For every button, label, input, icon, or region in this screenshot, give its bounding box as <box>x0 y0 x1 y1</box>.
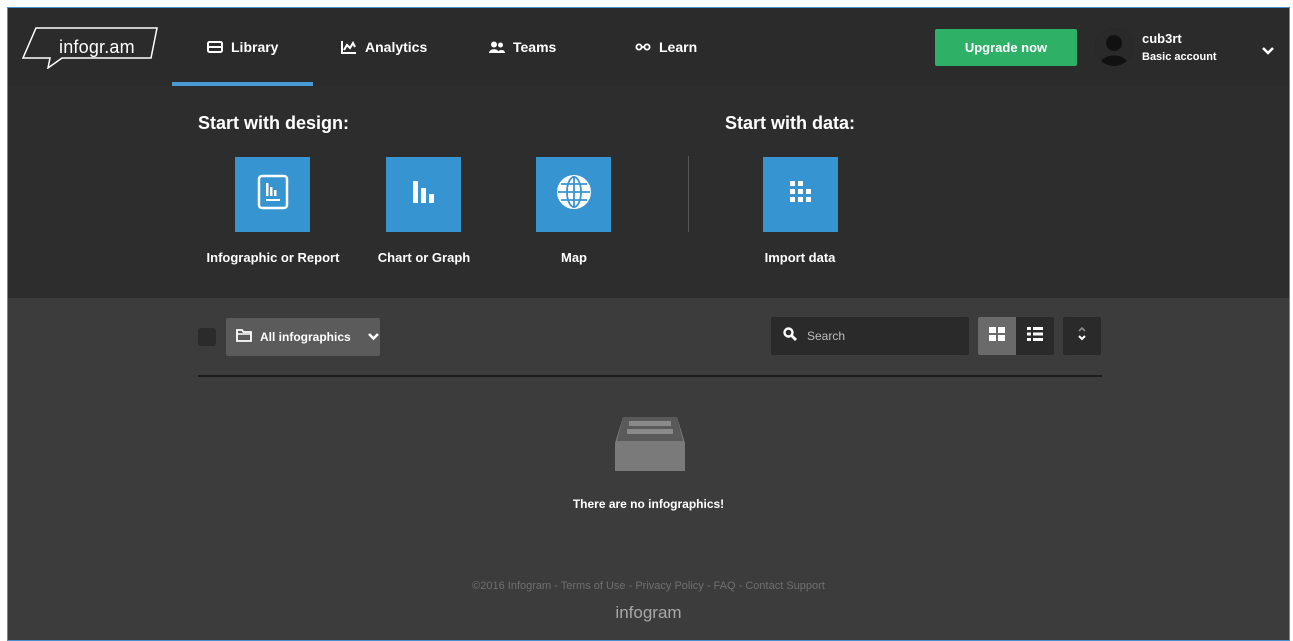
logo-text: infogr.am <box>59 37 135 57</box>
nav-item-label: Library <box>231 39 279 55</box>
globe-icon <box>555 173 593 216</box>
list-view-icon <box>1027 326 1043 346</box>
search-icon <box>783 326 797 346</box>
toolbar-divider <box>198 375 1102 377</box>
start-with-data-title: Start with data: <box>725 113 856 133</box>
user-plan: Basic account <box>1142 51 1217 63</box>
footer-links[interactable]: ©2016 Infogram - Terms of Use - Privacy … <box>8 580 1289 592</box>
nav-item-label: Teams <box>513 39 557 55</box>
footer-logo: infogram <box>615 603 682 622</box>
top-navigation-bar: infogr.am Library Analytics Teams Learn <box>8 8 1289 86</box>
chevron-down-icon[interactable] <box>1261 43 1275 61</box>
tile-label-import[interactable]: Import data <box>710 250 890 265</box>
grid-view-button[interactable] <box>978 317 1016 355</box>
sort-button[interactable] <box>1063 317 1101 355</box>
folder-icon <box>236 329 252 345</box>
nav-item-teams[interactable]: Teams <box>489 37 556 57</box>
infogram-logo[interactable]: infogr.am <box>22 27 158 69</box>
chevron-down-icon <box>367 330 380 344</box>
infographic-report-tile[interactable] <box>235 157 310 232</box>
list-view-button[interactable] <box>1016 317 1054 355</box>
nav-item-label: Analytics <box>365 39 428 55</box>
select-all-checkbox[interactable] <box>198 328 216 346</box>
create-panel: Start with design: Start with data: Info… <box>8 86 1289 298</box>
grid-dots-icon <box>786 179 816 210</box>
user-name[interactable]: cub3rt <box>1142 31 1182 46</box>
map-tile[interactable] <box>536 157 611 232</box>
tile-label-map[interactable]: Map <box>484 250 664 265</box>
learn-icon <box>635 43 651 51</box>
upgrade-now-button[interactable]: Upgrade now <box>935 29 1077 66</box>
folder-dropdown-value: All infographics <box>260 330 351 344</box>
analytics-icon <box>341 40 357 54</box>
search-input[interactable] <box>807 329 957 343</box>
empty-state-message: There are no infographics! <box>572 497 725 511</box>
nav-item-library[interactable]: Library <box>207 37 278 57</box>
nav-item-label: Learn <box>659 39 698 55</box>
import-data-tile[interactable] <box>763 157 838 232</box>
sort-icon <box>1077 326 1087 347</box>
nav-item-analytics[interactable]: Analytics <box>341 37 427 57</box>
chart-graph-tile[interactable] <box>386 157 461 232</box>
folder-dropdown[interactable]: All infographics <box>226 318 380 356</box>
avatar[interactable] <box>1095 28 1133 66</box>
empty-inbox-icon <box>611 413 689 478</box>
app-window: infogr.am Library Analytics Teams Learn <box>7 7 1290 641</box>
bar-chart-icon <box>410 178 438 211</box>
start-with-design-title: Start with design: <box>198 113 350 133</box>
report-icon <box>257 174 289 215</box>
library-icon <box>207 41 223 53</box>
grid-view-icon <box>989 326 1005 346</box>
search-box[interactable] <box>771 317 969 355</box>
nav-item-learn[interactable]: Learn <box>635 37 697 57</box>
user-silhouette-icon <box>1095 28 1133 66</box>
teams-icon <box>489 41 505 53</box>
section-divider <box>688 156 689 232</box>
